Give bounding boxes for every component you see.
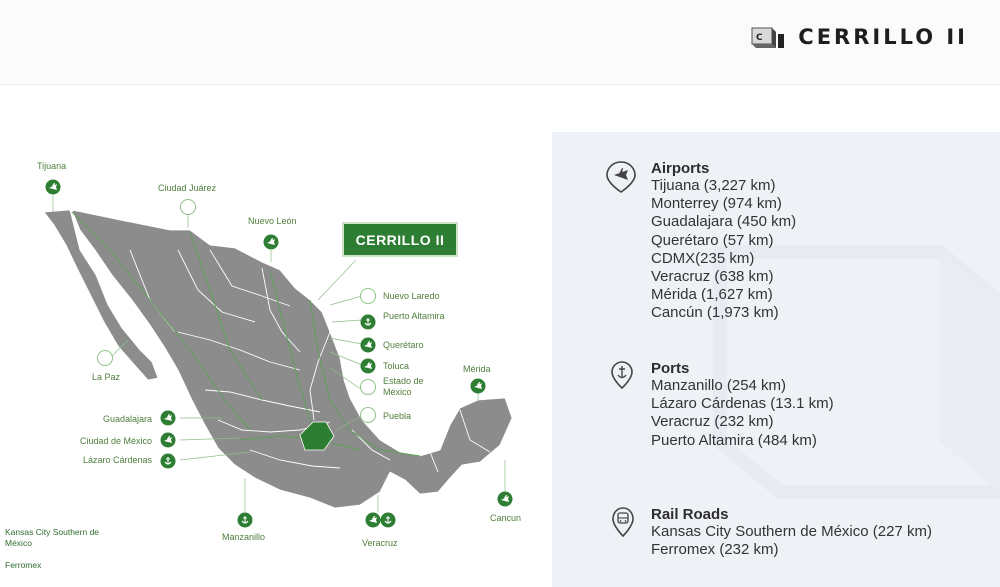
brand: C CERRILLO II — [750, 24, 968, 50]
list-item: Querétaro (57 km) — [651, 231, 774, 249]
list-item: Kansas City Southern de México (227 km) — [651, 523, 932, 540]
list-item: Guadalajara (450 km) — [651, 213, 797, 231]
anchor-icon — [237, 512, 253, 528]
anchor-pin-icon — [611, 361, 633, 390]
anchor-icon — [380, 512, 396, 528]
list-item: Manzanillo (254 km) — [651, 377, 787, 394]
label-nuevo-leon: Nuevo León — [248, 216, 297, 226]
label-cancun: Cancun — [490, 513, 522, 523]
rail-legend-ferromex: Ferromex — [5, 560, 42, 570]
list-item: Mérida (1,627 km) — [651, 286, 773, 304]
list-item: Lázaro Cárdenas (13.1 km) — [651, 395, 834, 413]
cerrillo-map-label: CERRILLO II — [342, 222, 458, 257]
list-item: Puerto Altamira (484 km) — [651, 431, 817, 449]
ports-title: Ports — [651, 360, 690, 377]
list-item: CDMX(235 km) — [651, 249, 755, 267]
nuevo-laredo-marker — [360, 288, 376, 304]
plane-icon — [45, 179, 61, 195]
airports-list: Tijuana (3,227 km) Monterrey (974 km) Gu… — [651, 177, 796, 323]
estado-mexico-marker — [360, 379, 376, 395]
rail-legend-kansas: Kansas City Southern de México — [5, 527, 100, 548]
label-toluca: Toluca — [383, 361, 410, 371]
list-item: Veracruz (232 km) — [651, 413, 774, 431]
plane-icon — [365, 512, 381, 528]
plane-icon — [497, 491, 513, 507]
plane-icon — [360, 358, 376, 374]
ciudad-juarez-marker — [180, 199, 196, 215]
plane-icon — [263, 234, 279, 250]
label-la-paz: La Paz — [92, 372, 121, 382]
rail-section: Rail Roads Kansas City Southern de Méxic… — [552, 506, 1000, 566]
plane-icon — [360, 337, 376, 353]
mexico-map-svg — [43, 179, 513, 528]
plane-icon — [160, 410, 176, 426]
label-guadalajara: Guadalajara — [102, 414, 152, 424]
label-queretaro: Querétaro — [383, 340, 424, 350]
brand-title: CERRILLO II — [798, 25, 968, 49]
puebla-marker — [360, 407, 376, 423]
anchor-icon — [160, 453, 176, 469]
label-puerto-altamira: Puerto Altamira — [383, 311, 445, 321]
la-paz-marker — [97, 350, 113, 366]
cerrillo-logo-icon: C — [751, 27, 785, 48]
plane-icon — [470, 378, 486, 394]
rail-title: Rail Roads — [651, 506, 729, 523]
airport-pin-icon — [606, 161, 636, 193]
ports-section: Ports Manzanillo (254 km) Lázaro Cárdena… — [552, 360, 1000, 470]
label-lazaro-cardenas: Lázaro Cárdenas — [82, 455, 152, 465]
svg-text:C: C — [756, 33, 763, 43]
list-item: Monterrey (974 km) — [651, 195, 782, 213]
info-panel: Airports Tijuana (3,227 km) Monterrey (9… — [552, 132, 1000, 587]
label-tijuana: Tijuana — [37, 161, 67, 171]
anchor-icon — [360, 314, 376, 330]
airports-section: Airports Tijuana (3,227 km) Monterrey (9… — [552, 160, 1000, 350]
label-veracruz: Veracruz — [362, 538, 398, 548]
header: C CERRILLO II — [0, 0, 1000, 85]
list-item: Veracruz (638 km) — [651, 268, 774, 286]
mexico-map: CERRILLO II Tijuana Ciudad Juárez Nuevo … — [0, 100, 540, 587]
label-ciudad-mexico: Ciudad de México — [79, 436, 152, 446]
rail-list: Kansas City Southern de México (227 km) … — [651, 523, 932, 559]
plane-icon — [160, 432, 176, 448]
list-item: Tijuana (3,227 km) — [651, 177, 776, 194]
label-nuevo-laredo: Nuevo Laredo — [383, 291, 440, 301]
airports-title: Airports — [651, 160, 710, 177]
label-estado-mexico: Estado de México — [383, 376, 424, 397]
label-manzanillo: Manzanillo — [222, 532, 266, 542]
list-item: Cancún (1,973 km) — [651, 304, 779, 322]
ports-list: Manzanillo (254 km) Lázaro Cárdenas (13.… — [651, 377, 834, 450]
list-item: Ferromex (232 km) — [651, 541, 779, 559]
label-merida: Mérida — [463, 364, 491, 374]
label-ciudad-juarez: Ciudad Juárez — [158, 183, 217, 193]
train-pin-icon — [612, 507, 634, 538]
label-puebla: Puebla — [383, 411, 412, 421]
